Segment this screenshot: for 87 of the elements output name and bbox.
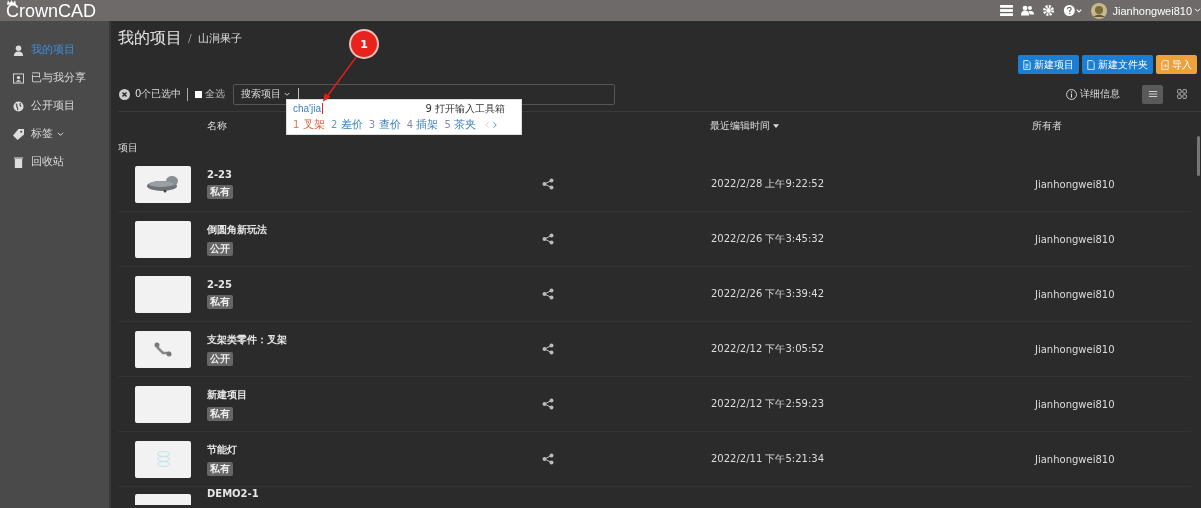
visibility-tag: 公开 (207, 351, 233, 366)
ime-candidate[interactable]: 1 叉架 (293, 117, 325, 132)
project-name[interactable]: 新建项目 (207, 387, 247, 402)
globe-icon (13, 100, 24, 112)
thumbnail[interactable] (135, 165, 191, 203)
logo[interactable]: CrownCAD (0, 0, 97, 21)
new-project-button[interactable]: 新建项目 (1018, 55, 1079, 74)
new-folder-button[interactable]: 新建文件夹 (1082, 55, 1153, 74)
breadcrumb-item[interactable]: 山涧果子 (197, 30, 242, 46)
document-icon (1023, 59, 1031, 70)
ime-candidate[interactable]: 2 差价 (330, 117, 363, 132)
annotation-arrow (321, 55, 359, 103)
visibility-tag: 私有 (207, 295, 233, 309)
owner-cell: Jianhongwei810 (1035, 233, 1115, 245)
date-cell: 2022/2/26 下午3:39:42 (711, 287, 824, 301)
sidebar-item[interactable]: 已与我分享 (0, 64, 109, 92)
settings-icon[interactable] (1042, 5, 1056, 16)
date-cell: 2022/2/26 下午3:45:32 (711, 232, 824, 246)
column-header[interactable]: 所有者 (1032, 118, 1062, 133)
visibility-tag: 私有 (207, 406, 233, 421)
user-icon (13, 44, 24, 56)
coil-drawing (156, 451, 170, 467)
clear-selection-icon[interactable] (119, 88, 130, 100)
list-icon (1147, 89, 1158, 99)
select-all-checkbox[interactable]: 全选 (195, 87, 226, 101)
ime-candidate[interactable]: 5 茶夹 (444, 117, 477, 132)
search-scope-dropdown[interactable]: 搜索项目 (234, 87, 299, 101)
date-cell: 2022/2/11 下午5:21:34 (711, 452, 824, 466)
bracket-drawing (154, 341, 172, 357)
sidebar-item[interactable]: 回收站 (0, 148, 109, 176)
project-name[interactable]: 倒圆角新玩法 (207, 222, 267, 237)
project-name[interactable]: 节能灯 (207, 442, 237, 457)
help-icon[interactable] (1063, 5, 1084, 16)
visibility-tag: 私有 (207, 461, 233, 476)
annotation-marker: 1 (351, 31, 377, 57)
project-name[interactable]: 支架类零件：叉架 (207, 332, 287, 347)
caret-icon (284, 91, 291, 97)
breadcrumb-separator: / (188, 31, 192, 45)
thumbnail[interactable] (135, 385, 191, 423)
sort-caret-icon (773, 123, 779, 128)
owner-cell: Jianhongwei810 (1035, 343, 1115, 355)
avatar-icon[interactable] (1091, 2, 1108, 19)
ime-candidate[interactable]: 4 插架 (406, 117, 439, 132)
import-icon (1161, 59, 1169, 70)
file-icon (1087, 59, 1095, 70)
page-title: 我的项目 (118, 27, 182, 49)
details-button[interactable]: 详细信息 (1066, 87, 1120, 101)
selected-count: 0个已选中 (135, 87, 182, 101)
owner-cell: Jianhongwei810 (1035, 398, 1115, 410)
project-name[interactable]: 2-25 (207, 279, 233, 290)
caret-icon[interactable] (1194, 8, 1201, 13)
tag-icon (13, 128, 24, 140)
grid-icon (1176, 89, 1187, 99)
username[interactable]: Jianhongwei810 (1112, 4, 1192, 17)
contact-card-icon (13, 72, 24, 84)
thumbnail[interactable] (135, 275, 191, 313)
trash-icon (13, 156, 24, 168)
server-icon[interactable] (1000, 5, 1014, 16)
thumbnail[interactable] (135, 220, 191, 258)
share-icon[interactable] (542, 178, 554, 190)
project-name[interactable]: 2-23 (207, 169, 233, 180)
thumbnail[interactable] (135, 440, 191, 478)
visibility-tag: 私有 (207, 185, 233, 199)
column-header[interactable]: 名称 (207, 118, 227, 133)
model-drawing (147, 174, 179, 194)
share-icon[interactable] (542, 233, 554, 245)
list-view-button[interactable] (1142, 84, 1163, 104)
column-header[interactable]: 最近编辑时间 (710, 118, 779, 133)
sidebar-item[interactable]: 公开项目 (0, 92, 109, 120)
date-cell: 2022/2/28 上午9:22:52 (711, 177, 824, 191)
share-icon[interactable] (542, 453, 554, 465)
sidebar-item[interactable]: 标签 (0, 120, 109, 148)
info-icon (1066, 88, 1077, 100)
owner-cell: Jianhongwei810 (1035, 288, 1115, 300)
users-icon[interactable] (1021, 5, 1035, 16)
owner-cell: Jianhongwei810 (1035, 453, 1115, 465)
date-cell: 2022/2/12 下午3:05:52 (711, 342, 824, 356)
project-name[interactable]: DEMO2-1 (207, 488, 259, 499)
visibility-tag: 公开 (207, 241, 233, 256)
owner-cell: Jianhongwei810 (1035, 178, 1115, 190)
share-icon[interactable] (542, 288, 554, 300)
section-heading: 项目 (118, 141, 139, 155)
share-icon[interactable] (542, 343, 554, 355)
thumbnail[interactable] (135, 330, 191, 368)
share-icon[interactable] (542, 398, 554, 410)
ime-candidate[interactable]: 3 查价 (368, 117, 401, 132)
date-cell: 2022/2/12 下午2:59:23 (711, 397, 824, 411)
